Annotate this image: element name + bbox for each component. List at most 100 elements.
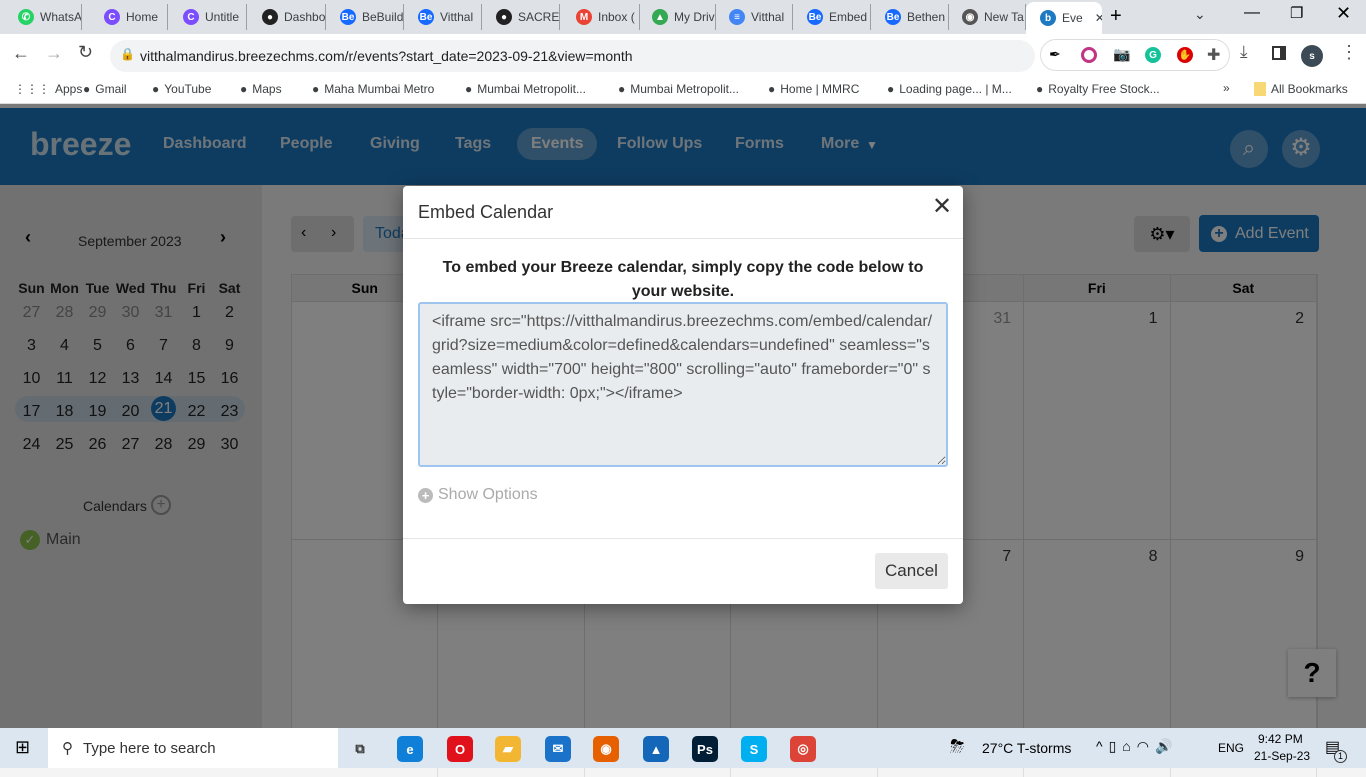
mail-taskbar-icon[interactable]: ✉ xyxy=(545,736,571,762)
browser-tab[interactable]: ▲ My Driv xyxy=(638,4,716,30)
bookmark-label: Apps xyxy=(55,82,83,96)
adblock-icon[interactable]: ✋ xyxy=(1177,47,1193,63)
bookmark-label: Mumbai Metropolit... xyxy=(630,82,739,96)
all-bookmarks-button[interactable]: All Bookmarks xyxy=(1254,82,1348,96)
tab-title: Untitle xyxy=(205,10,240,24)
back-icon[interactable]: ← xyxy=(12,43,30,64)
tab-favicon-icon: ◉ xyxy=(962,9,978,25)
bookmark-item[interactable]: ● Mumbai Metropolit... xyxy=(465,82,586,96)
tab-favicon-icon: b xyxy=(1040,10,1056,26)
clock-time[interactable]: 9:42 PM xyxy=(1258,732,1303,746)
browser-tab[interactable]: ✆ WhatsA xyxy=(4,4,82,30)
tab-title: WhatsA xyxy=(40,10,82,24)
browser-tab[interactable]: ◉ New Ta xyxy=(948,4,1026,30)
bookmark-item[interactable]: ● Royalty Free Stock... xyxy=(1036,82,1160,96)
browser-tab[interactable]: C Home xyxy=(90,4,168,30)
profile-avatar[interactable]: s xyxy=(1301,45,1323,67)
bookmark-item[interactable]: ● Loading page... | M... xyxy=(887,82,1012,96)
browser-tab[interactable]: b Eve ✕ xyxy=(1026,2,1102,34)
photoshop-taskbar-icon[interactable]: Ps xyxy=(692,736,718,762)
language-indicator[interactable]: ENG xyxy=(1218,741,1244,755)
show-options-link[interactable]: + Show Options xyxy=(418,486,538,504)
plus-circle-icon: + xyxy=(418,487,433,503)
search-icon: ⚲ xyxy=(62,740,73,757)
weather-text[interactable]: 27°C T-storms xyxy=(982,740,1071,756)
folder-icon xyxy=(1254,82,1266,96)
browser-tab[interactable]: ≡ Vitthal xyxy=(715,4,793,30)
extensions-puzzle-icon[interactable]: ✚ xyxy=(1207,45,1220,65)
bookmark-label: Home | MMRC xyxy=(780,82,860,96)
forward-icon[interactable]: → xyxy=(45,43,63,64)
task-view-taskbar-icon[interactable]: ⧉ xyxy=(347,736,373,762)
browser-tab[interactable]: C Untitle xyxy=(169,4,247,30)
bookmark-item[interactable]: ● Maps xyxy=(240,82,282,96)
browser-tab[interactable]: ● Dashbo xyxy=(248,4,326,30)
tab-favicon-icon: ✆ xyxy=(18,9,34,25)
tab-title: Inbox ( xyxy=(598,10,635,24)
download-icon[interactable]: ⤓ xyxy=(1240,42,1248,62)
tab-title: SACRED xyxy=(518,10,560,24)
bookmark-label: Mumbai Metropolit... xyxy=(477,82,586,96)
url-text: vitthalmandirus.breezechms.com/r/events?… xyxy=(140,48,633,64)
grammarly-icon[interactable]: G xyxy=(1145,47,1161,63)
close-tab-icon[interactable]: ✕ xyxy=(1095,11,1102,25)
browser-tab[interactable]: Be Vitthal xyxy=(404,4,482,30)
metro-icon: ● xyxy=(618,82,626,96)
minimize-icon[interactable]: — xyxy=(1244,4,1260,22)
bookmark-item[interactable]: ⋮⋮⋮ Apps xyxy=(14,82,82,96)
tab-title: Vitthal xyxy=(440,10,474,24)
browser-tab[interactable]: M Inbox ( xyxy=(562,4,640,30)
side-panel-icon[interactable] xyxy=(1272,46,1286,60)
search-placeholder: Type here to search xyxy=(83,739,216,757)
more-bookmarks-button[interactable]: » xyxy=(1223,81,1230,95)
system-tray-icons[interactable]: ^▯⌂◠🔊 xyxy=(1096,738,1178,755)
clock-date[interactable]: 21-Sep-23 xyxy=(1254,749,1310,763)
restore-icon[interactable]: ❐ xyxy=(1290,4,1303,22)
address-bar[interactable]: 🔒 vitthalmandirus.breezechms.com/r/event… xyxy=(110,40,1035,72)
color-extension-icon[interactable] xyxy=(1081,47,1097,63)
embed-code-textarea[interactable]: <iframe src="https://vitthalmandirus.bre… xyxy=(418,302,948,467)
browser-tab[interactable]: Be Embed xyxy=(793,4,871,30)
show-options-label: Show Options xyxy=(438,486,538,503)
extensions-group: ✒ 📷 G ✋ ✚ xyxy=(1040,39,1230,71)
close-icon[interactable]: ✕ xyxy=(932,192,952,221)
bookmark-item[interactable]: ● Mumbai Metropolit... xyxy=(618,82,739,96)
taskbar-search-box[interactable]: ⚲ Type here to search xyxy=(48,728,338,768)
tab-title: BeBuild xyxy=(362,10,404,24)
m-icon: ● xyxy=(1036,82,1044,96)
windows-start-icon[interactable]: ⊞ xyxy=(15,737,30,758)
bookmark-item[interactable]: ● Gmail xyxy=(83,82,127,96)
browser-menu-icon[interactable]: ⋮ xyxy=(1340,42,1358,63)
browser-tab[interactable]: ● SACRED xyxy=(482,4,560,30)
chrome-taskbar-icon[interactable]: ◎ xyxy=(790,736,816,762)
camera-extension-icon[interactable]: 📷 xyxy=(1113,46,1130,63)
tab-favicon-icon: C xyxy=(183,9,199,25)
new-tab-button[interactable]: + xyxy=(1110,5,1122,28)
tab-favicon-icon: ≡ xyxy=(729,9,745,25)
embed-instructions: To embed your Breeze calendar, simply co… xyxy=(442,259,924,300)
photos-taskbar-icon[interactable]: ▲ xyxy=(643,736,669,762)
skype-taskbar-icon[interactable]: S xyxy=(741,736,767,762)
tab-title: Embed xyxy=(829,10,868,24)
bookmark-label: Maps xyxy=(252,82,282,96)
firefox-taskbar-icon[interactable]: ◉ xyxy=(593,736,619,762)
bookmark-item[interactable]: ● YouTube xyxy=(152,82,211,96)
tab-title: New Ta xyxy=(984,10,1024,24)
bookmark-label: Loading page... | M... xyxy=(899,82,1012,96)
close-window-icon[interactable]: ✕ xyxy=(1336,3,1351,24)
bookmark-item[interactable]: ● Maha Mumbai Metro xyxy=(312,82,434,96)
mailchimp-icon: ● xyxy=(887,82,895,96)
browser-tab[interactable]: Be Bethen xyxy=(871,4,949,30)
bookmark-item[interactable]: ● Home | MMRC xyxy=(768,82,859,96)
browser-tab[interactable]: Be BeBuild xyxy=(326,4,404,30)
eyedropper-extension-icon[interactable]: ✒ xyxy=(1049,46,1061,63)
divider xyxy=(403,238,963,239)
cancel-button[interactable]: Cancel xyxy=(875,553,948,589)
opera-taskbar-icon[interactable]: O xyxy=(447,736,473,762)
tab-search-icon[interactable]: ⌄ xyxy=(1194,6,1206,23)
maps-icon: ● xyxy=(240,82,248,96)
file-explorer-taskbar-icon[interactable]: ▰ xyxy=(495,736,521,762)
edge-taskbar-icon[interactable]: e xyxy=(397,736,423,762)
reload-icon[interactable]: ↻ xyxy=(78,42,93,63)
tab-title: Bethen xyxy=(907,10,946,24)
